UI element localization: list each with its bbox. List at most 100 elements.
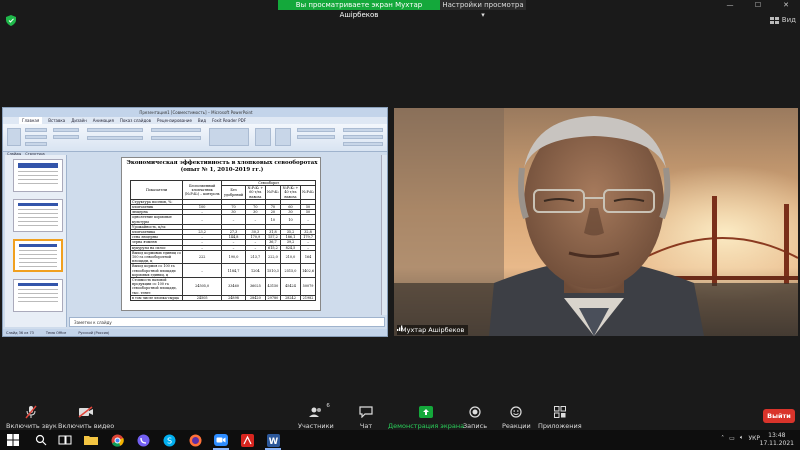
table-cell: –: [181, 214, 223, 225]
acrobat-icon[interactable]: [236, 432, 258, 448]
slide-thumbnail[interactable]: [13, 279, 63, 312]
shape-fill-button[interactable]: [297, 128, 335, 132]
participants-count: 6: [326, 403, 330, 409]
apps-button[interactable]: Приложения: [538, 405, 582, 430]
svg-text:S: S: [166, 436, 171, 445]
header-col: N₂P₂K₂: [300, 185, 316, 200]
svg-text:W: W: [268, 437, 278, 447]
participant-name: Мухтар Ашірбеков: [401, 326, 465, 334]
table-cell: 28242: [279, 294, 302, 302]
participant-video[interactable]: Мухтар Ашірбеков: [394, 108, 798, 336]
chrome-icon[interactable]: [106, 432, 128, 448]
taskbar-clock[interactable]: 13:48 17.11.2021: [760, 432, 794, 448]
slide-thumbnail-selected[interactable]: [13, 239, 63, 272]
ppt-tab-animation[interactable]: Анимация: [93, 117, 114, 124]
ppt-status-bar: Слайд 36 из 73 Тема Office Русский (Росс…: [3, 329, 387, 336]
font-format-buttons[interactable]: [87, 136, 143, 140]
video-off-icon: [78, 406, 94, 418]
zoom-icon[interactable]: [210, 432, 232, 450]
record-button[interactable]: Запись: [463, 405, 487, 430]
replace-button[interactable]: [343, 135, 383, 139]
slide-thumbnail[interactable]: [13, 199, 63, 232]
chat-button[interactable]: Чат: [358, 405, 374, 430]
share-screen-button[interactable]: Демонстрация экрана: [388, 405, 464, 430]
ppt-tab-slideshow[interactable]: Показ слайдов: [120, 117, 151, 124]
search-icon[interactable]: [30, 432, 52, 448]
ribbon-button[interactable]: [53, 135, 79, 139]
ribbon-button[interactable]: [25, 142, 47, 146]
ppt-tab-home[interactable]: Главная: [19, 117, 43, 124]
ppt-tab-design[interactable]: Дизайн: [71, 117, 87, 124]
participants-icon: [308, 407, 321, 417]
ppt-tab-insert[interactable]: Вставка: [48, 117, 65, 124]
shape-outline-button[interactable]: [297, 135, 335, 139]
slide-thumbnail-panel: [5, 155, 67, 327]
shapes-gallery[interactable]: [209, 128, 249, 146]
table-cell: 164: [300, 249, 316, 265]
table-cell: 10: [264, 214, 281, 225]
row-label: однолетние кормовые культуры: [130, 214, 183, 225]
arrange-icon[interactable]: [255, 128, 271, 146]
table-cell: 213,7: [244, 249, 266, 265]
efficiency-table: Показатели Беспочвенный хлопчатник (N₂P₂…: [130, 179, 316, 302]
minimize-icon[interactable]: —: [716, 0, 744, 10]
slide-scrollbar[interactable]: [381, 155, 387, 315]
font-name-select[interactable]: [87, 128, 143, 132]
slide-notes[interactable]: Заметки к слайду: [69, 317, 385, 327]
share-screen-label: Демонстрация экрана: [388, 422, 465, 430]
table-cell: 222: [181, 249, 223, 265]
ppt-tab-review[interactable]: Рецензирование: [157, 117, 192, 124]
slide-thumbnail[interactable]: [13, 159, 63, 192]
chevron-up-icon[interactable]: ˄: [721, 435, 724, 442]
unmute-button[interactable]: Включить звук: [6, 405, 57, 430]
table-cell: 33460: [221, 277, 246, 296]
paragraph-buttons[interactable]: [151, 136, 201, 140]
start-icon[interactable]: [2, 432, 24, 448]
table-cell: 36025: [244, 277, 266, 296]
leave-button[interactable]: Выйти: [763, 409, 795, 423]
maximize-icon[interactable]: ☐: [744, 0, 772, 10]
ppt-title-bar: Презентация1 [Совместимость] – Microsoft…: [3, 108, 387, 117]
slide-canvas: Экономическая эффективность в хлопковых …: [69, 155, 379, 315]
zoom-meeting-window: Вы просматриваете экран Мухтар Ашірбеков…: [0, 0, 800, 450]
view-options-label: Настройки просмотра: [442, 1, 524, 9]
paste-icon[interactable]: [7, 128, 21, 146]
view-button[interactable]: Вид: [769, 16, 796, 24]
select-button[interactable]: [343, 142, 383, 146]
table-cell: 29780: [264, 294, 281, 302]
ribbon-button[interactable]: [53, 128, 79, 132]
record-label: Запись: [463, 422, 488, 430]
skype-icon[interactable]: S: [158, 432, 180, 448]
current-slide: Экономическая эффективность в хлопковых …: [121, 157, 321, 311]
reactions-button[interactable]: Реакции: [502, 405, 531, 430]
shield-icon[interactable]: [6, 15, 16, 26]
keyboard-language[interactable]: УКР: [748, 435, 760, 442]
table-cell: –: [300, 214, 316, 225]
quick-styles-icon[interactable]: [275, 128, 291, 146]
row-label: Выход кормовых единиц со 100 га севообор…: [130, 249, 183, 265]
paragraph-buttons[interactable]: [151, 128, 201, 132]
ppt-tab-view[interactable]: Вид: [198, 117, 206, 124]
viber-icon[interactable]: [132, 432, 154, 448]
word-icon[interactable]: W: [262, 432, 284, 450]
network-icon[interactable]: ▭: [729, 435, 735, 442]
table-cell: 1184,7: [221, 263, 246, 279]
task-view-icon[interactable]: [54, 432, 76, 448]
header-control: Беспочвенный хлопчатник (N₂P₂K₂) – контр…: [181, 180, 223, 200]
participants-button[interactable]: 6 Участники: [298, 403, 334, 430]
header-col: Без удобрений: [221, 185, 246, 200]
firefox-icon[interactable]: [184, 432, 206, 448]
find-button[interactable]: [343, 128, 383, 132]
file-explorer-icon[interactable]: [80, 432, 102, 448]
start-video-button[interactable]: Включить видео: [58, 405, 114, 430]
record-icon: [469, 406, 481, 418]
volume-icon[interactable]: 🔈︎: [740, 434, 744, 442]
ribbon-button[interactable]: [25, 128, 47, 132]
table-cell: –: [181, 263, 223, 279]
ribbon-button[interactable]: [25, 135, 47, 139]
header-col: N₂P₂K₂: [264, 185, 281, 200]
window-controls: — ☐ ✕: [716, 0, 800, 10]
ppt-tab-foxit[interactable]: Foxit Reader PDF: [212, 117, 246, 124]
close-icon[interactable]: ✕: [772, 0, 800, 10]
view-options-button[interactable]: Настройки просмотра ▾: [440, 0, 526, 19]
